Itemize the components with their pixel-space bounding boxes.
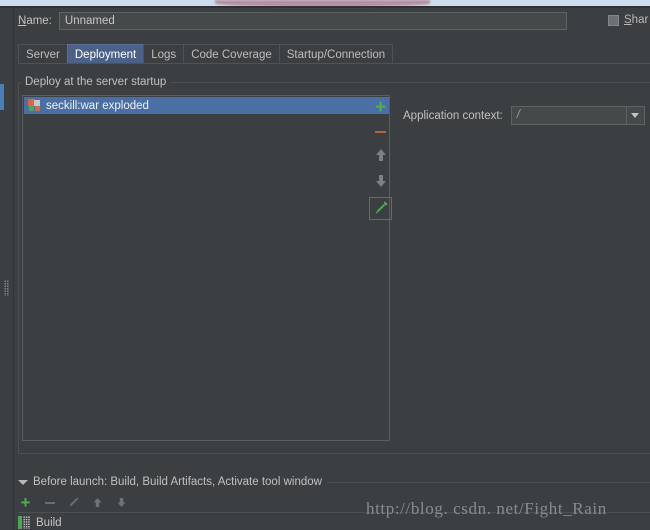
add-task-button[interactable]: + [18, 493, 33, 512]
top-strip-shadow [0, 6, 650, 8]
chevron-down-icon[interactable] [625, 107, 644, 124]
deployment-list[interactable]: seckill:war exploded [22, 95, 390, 441]
tab-code-coverage[interactable]: Code Coverage [183, 44, 280, 64]
chevron-down-icon[interactable] [18, 479, 28, 485]
share-checkbox[interactable]: Shar [608, 14, 648, 26]
before-launch-task-label: Build [36, 516, 62, 529]
edit-task-button[interactable] [66, 495, 81, 510]
artifact-icon [28, 99, 41, 112]
watermark: http://blog. csdn. net/Fight_Rain [366, 499, 607, 518]
remove-task-button[interactable] [42, 495, 57, 510]
move-artifact-up-button[interactable] [370, 145, 391, 166]
move-task-up-button[interactable] [90, 495, 105, 510]
splitter-drag-handle[interactable] [4, 280, 9, 296]
add-artifact-button[interactable]: + [370, 97, 391, 118]
pencil-icon [69, 497, 79, 507]
minus-icon [44, 501, 55, 504]
remove-artifact-button[interactable] [370, 121, 391, 142]
deploy-group-label: Deploy at the server startup [21, 76, 171, 88]
arrow-up-icon [93, 498, 102, 507]
application-context-label: Application context: [403, 109, 503, 122]
share-checkbox-box[interactable] [608, 14, 619, 26]
before-launch-header[interactable]: Before launch: Build, Build Artifacts, A… [18, 476, 327, 488]
tab-logs[interactable]: Logs [143, 44, 185, 64]
tab-server[interactable]: Server [18, 44, 68, 64]
deployment-list-toolbar[interactable]: + [368, 95, 393, 441]
build-icon [18, 516, 31, 529]
application-context-row: Application context: / [403, 106, 645, 125]
name-input[interactable] [58, 12, 567, 30]
name-label: Name: [18, 15, 52, 27]
list-item-label: seckill:war exploded [46, 99, 149, 112]
before-launch-title: Before launch: Build, Build Artifacts, A… [33, 476, 322, 488]
pencil-icon [375, 201, 388, 214]
application-context-combobox[interactable]: / [510, 106, 645, 125]
deploy-group-box-bottom-rule [18, 453, 650, 454]
name-row: Name: [18, 12, 567, 30]
move-artifact-down-button[interactable] [370, 169, 391, 190]
before-launch-toolbar[interactable]: + [18, 493, 129, 512]
arrow-down-icon [117, 498, 126, 507]
settings-tabbar[interactable]: Server Deployment Logs Code Coverage Sta… [18, 44, 394, 64]
move-task-down-button[interactable] [114, 495, 129, 510]
tab-startup-connection[interactable]: Startup/Connection [278, 44, 394, 64]
list-item[interactable]: seckill:war exploded [24, 97, 389, 114]
share-checkbox-label: Shar [624, 14, 649, 26]
tab-deployment[interactable]: Deployment [66, 44, 145, 64]
plus-icon: + [374, 97, 387, 118]
left-selection-accent [0, 84, 4, 110]
minus-icon [375, 130, 386, 133]
before-launch-task-row[interactable]: Build [18, 516, 62, 529]
edit-artifact-button[interactable] [369, 197, 392, 220]
plus-icon: + [20, 493, 31, 512]
tabbar-underline [18, 63, 650, 64]
application-context-value[interactable]: / [512, 107, 626, 124]
